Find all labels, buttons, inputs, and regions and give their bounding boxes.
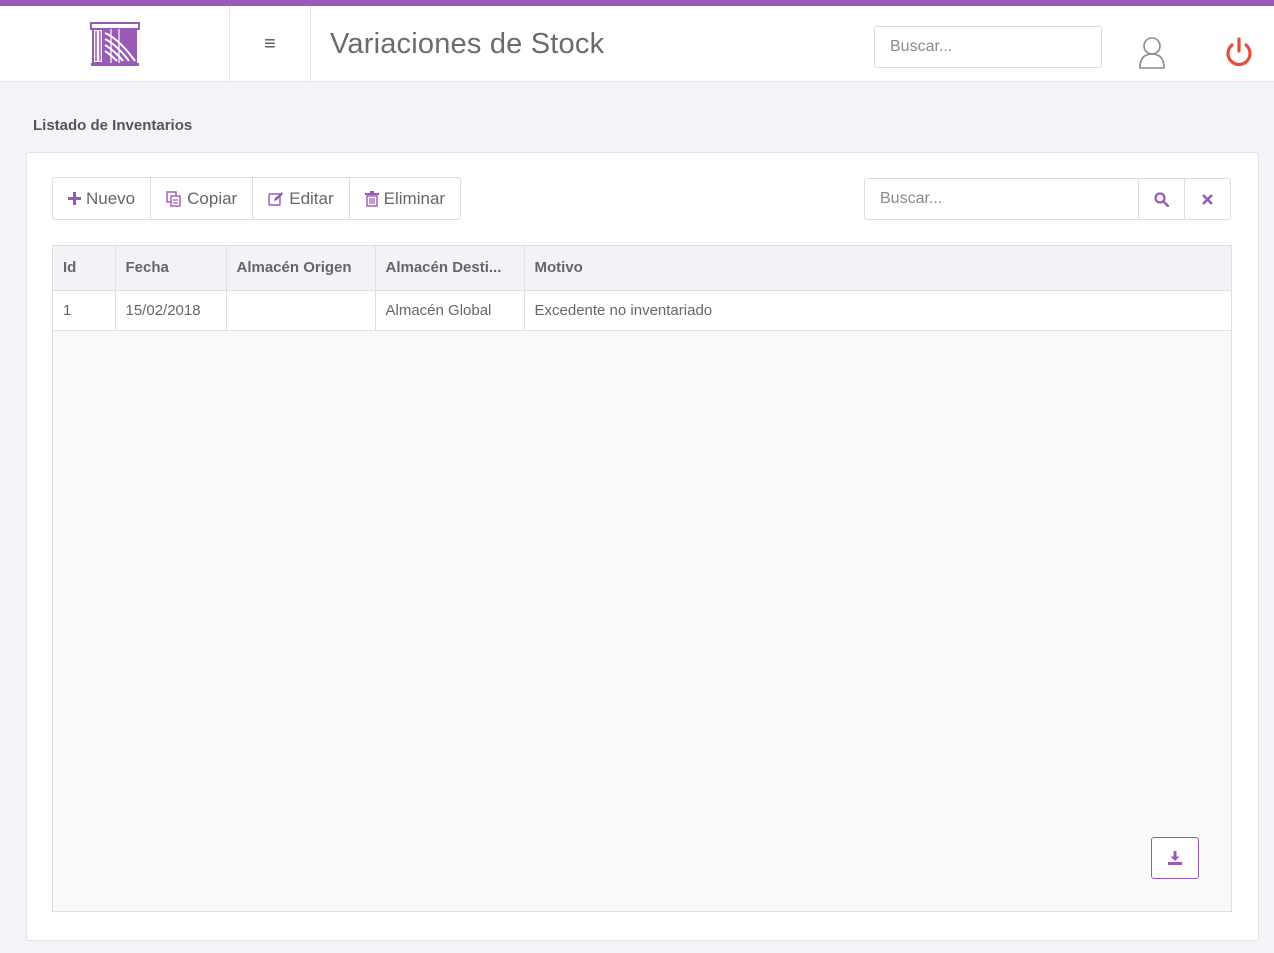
edit-icon <box>268 191 284 207</box>
page-title: Variaciones de Stock <box>330 28 605 60</box>
cell-motivo: Excedente no inventariado <box>524 290 1231 331</box>
clear-search-button[interactable] <box>1184 179 1230 219</box>
list-search-group <box>864 178 1231 220</box>
action-toolbar: Nuevo Copiar Editar Eliminar <box>52 177 462 220</box>
new-button-label: Nuevo <box>86 188 136 208</box>
menu-toggle-button[interactable]: ≡ <box>230 6 311 82</box>
table-header-row: Id Fecha Almacén Origen Almacén Desti...… <box>53 246 1231 291</box>
logo[interactable] <box>0 6 230 82</box>
column-header-motivo[interactable]: Motivo <box>524 246 1231 291</box>
top-bar: ≡ Variaciones de Stock <box>0 0 1274 82</box>
plus-icon <box>68 192 81 205</box>
column-header-almacen-destino[interactable]: Almacén Desti... <box>375 246 525 291</box>
delete-button[interactable]: Eliminar <box>350 178 460 219</box>
copy-button[interactable]: Copiar <box>151 178 254 219</box>
edit-button[interactable]: Editar <box>253 178 350 219</box>
cell-id: 1 <box>53 290 116 331</box>
download-icon <box>1168 851 1182 865</box>
cell-fecha: 15/02/2018 <box>115 290 227 331</box>
close-icon <box>1202 193 1213 205</box>
search-button[interactable] <box>1138 179 1184 219</box>
user-icon[interactable] <box>1138 36 1166 70</box>
inventory-table: Id Fecha Almacén Origen Almacén Desti...… <box>52 245 1232 912</box>
new-button[interactable]: Nuevo <box>53 178 152 219</box>
table-row[interactable]: 1 15/02/2018 Almacén Global Excedente no… <box>53 290 1231 331</box>
list-search-input[interactable] <box>865 179 1138 219</box>
column-header-almacen-origen[interactable]: Almacén Origen <box>226 246 376 291</box>
delete-button-label: Eliminar <box>383 188 446 208</box>
global-search-input[interactable] <box>874 26 1102 68</box>
edit-button-label: Editar <box>289 188 334 208</box>
section-title: Listado de Inventarios <box>33 117 193 134</box>
warehouse-logo-icon <box>89 22 140 66</box>
power-icon[interactable] <box>1224 36 1254 68</box>
copy-button-label: Copiar <box>187 188 238 208</box>
column-header-fecha[interactable]: Fecha <box>115 246 227 291</box>
copy-icon <box>166 190 182 207</box>
search-icon <box>1154 191 1169 207</box>
trash-icon <box>364 190 379 207</box>
cell-almacen-destino: Almacén Global <box>375 290 525 331</box>
hamburger-icon: ≡ <box>264 32 276 55</box>
column-header-id[interactable]: Id <box>53 246 116 291</box>
export-button[interactable] <box>1151 837 1199 879</box>
cell-almacen-origen <box>226 290 376 331</box>
